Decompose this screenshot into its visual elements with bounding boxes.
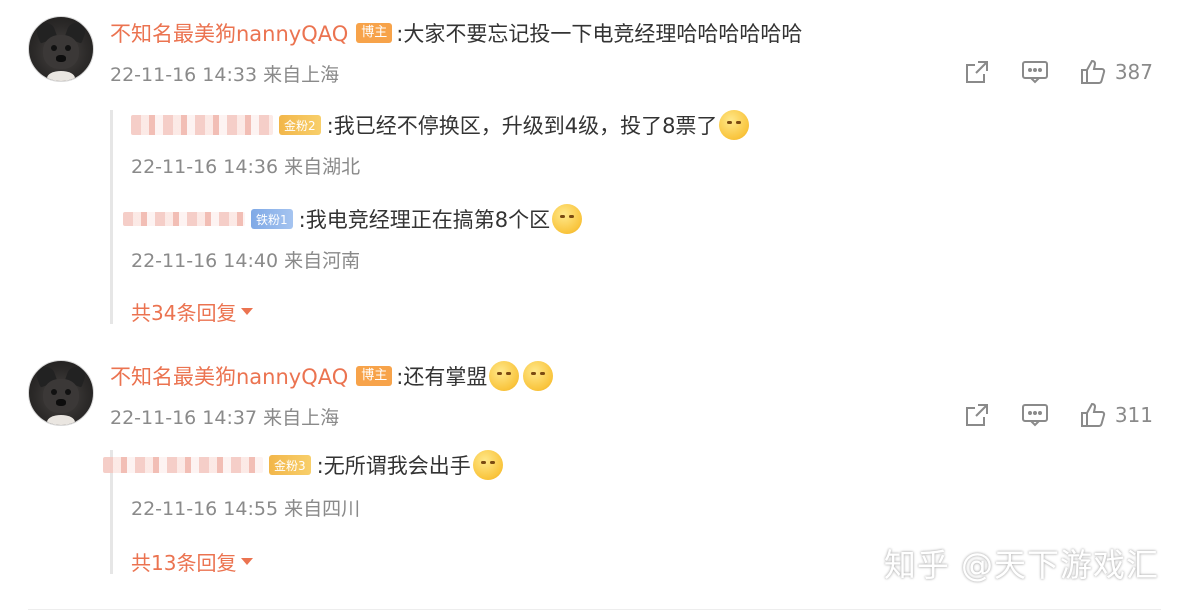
- doge-emoji-icon: [472, 450, 503, 480]
- author-badge: 博主: [356, 366, 393, 386]
- username[interactable]: 不知名最美狗nannyQAQ: [110, 18, 348, 48]
- comment-meta: 22-11-16 14:37 来自上海: [110, 406, 340, 429]
- comment-text: :还有掌盟: [396, 365, 488, 389]
- crying-emoji-icon: [719, 110, 750, 140]
- reply-text: :我电竞经理正在搞第8个区: [298, 208, 551, 232]
- like-count: 311: [1114, 403, 1153, 427]
- author-badge: 博主: [356, 23, 393, 43]
- reply-text: :我已经不停换区，升级到4级，投了8票了: [326, 114, 718, 138]
- share-icon[interactable]: [963, 58, 991, 86]
- more-replies-link[interactable]: 共34条回复: [131, 298, 254, 325]
- fan-badge: 铁粉1: [251, 209, 293, 229]
- comment-icon[interactable]: [1021, 58, 1049, 86]
- reply-list: 金粉2 :我已经不停换区，升级到4级，投了8票了 22-11-16 14:36 …: [110, 110, 813, 325]
- laughing-emoji-icon: [552, 204, 583, 234]
- watermark: 知乎 @天下游戏汇: [883, 546, 1159, 584]
- reply-text: :无所谓我会出手: [316, 454, 471, 478]
- comment-icon[interactable]: [1021, 401, 1049, 429]
- like-icon[interactable]: [1079, 401, 1107, 429]
- reply-list: 金粉3 :无所谓我会出手 22-11-16 14:55 来自四川 共13条回复: [103, 450, 813, 575]
- fan-badge: 金粉2: [279, 115, 321, 135]
- avatar[interactable]: [28, 16, 94, 82]
- more-replies-label: 共34条回复: [131, 300, 237, 325]
- reply-meta: 22-11-16 14:55 来自四川: [131, 497, 361, 520]
- kissing-emoji-icon: [523, 361, 554, 391]
- username[interactable]: 不知名最美狗nannyQAQ: [110, 361, 348, 391]
- reply-meta: 22-11-16 14:36 来自湖北: [131, 155, 361, 178]
- like-count: 387: [1114, 60, 1153, 84]
- share-icon[interactable]: [963, 401, 991, 429]
- comment-text: :大家不要忘记投一下电竞经理哈哈哈哈哈哈: [396, 22, 803, 46]
- blurred-username: [123, 212, 245, 226]
- more-replies-label: 共13条回复: [131, 550, 237, 575]
- chevron-down-icon: [241, 557, 254, 565]
- like-icon[interactable]: [1079, 58, 1107, 86]
- avatar[interactable]: [28, 360, 94, 426]
- divider: [28, 609, 1161, 610]
- blurred-username: [103, 457, 263, 473]
- reply-meta: 22-11-16 14:40 来自河南: [131, 249, 361, 272]
- chevron-down-icon: [241, 307, 254, 315]
- kissing-emoji-icon: [489, 361, 520, 391]
- more-replies-link[interactable]: 共13条回复: [131, 548, 254, 575]
- comment-meta: 22-11-16 14:33 来自上海: [110, 63, 340, 86]
- fan-badge: 金粉3: [269, 455, 311, 475]
- blurred-username: [131, 115, 273, 135]
